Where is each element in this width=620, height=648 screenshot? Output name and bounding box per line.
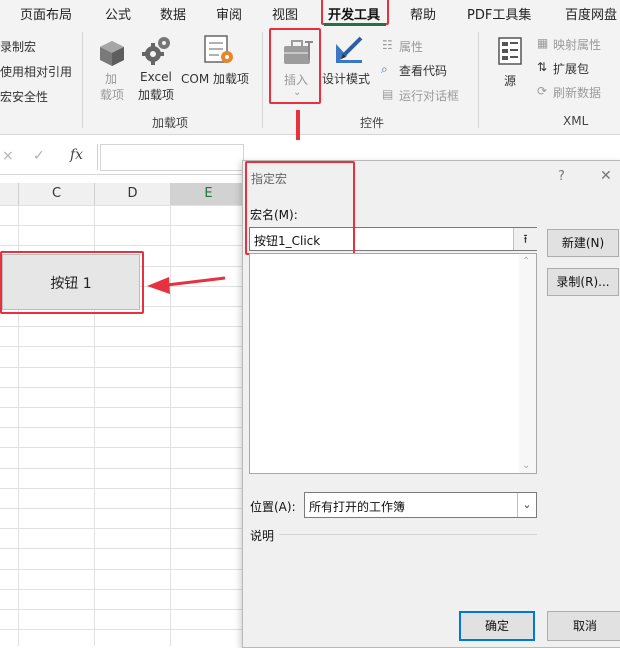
run-dialog-button[interactable]: 运行对话框 [399,87,459,104]
row-gridline [0,447,245,448]
expansion-packs-button[interactable]: 扩展包 [553,60,589,77]
macro-list-scrollbar[interactable]: ⌃ ⌄ [519,254,536,473]
close-icon[interactable]: ✕ [600,168,612,184]
view-code-button[interactable]: 查看代码 [399,62,447,79]
ribbon-tab-bar: 页面布局 公式 数据 审阅 视图 开发工具 帮助 PDF工具集 百度网盘 [0,0,620,26]
dialog-title-highlight [245,161,355,255]
row-gridline [0,528,245,529]
map-properties-button[interactable]: 映射属性 [553,36,601,53]
row-gridline [0,205,245,206]
row-gridline [0,346,245,347]
tab-view[interactable]: 视图 [272,4,298,23]
group-separator [478,32,479,128]
cancel-entry-icon[interactable]: × [2,148,14,164]
com-addins-icon [204,35,233,63]
description-divider [279,534,537,535]
row-gridline [0,629,245,630]
cancel-button[interactable]: 取消 [547,611,620,641]
help-icon[interactable]: ? [558,169,565,184]
view-code-icon: ⌕ [381,62,388,76]
refresh-data-icon: ⟳ [537,84,548,98]
column-header-d[interactable]: D [95,183,171,205]
row-gridline [0,589,245,590]
properties-button[interactable]: 属性 [399,38,423,55]
location-label: 位置(A): [250,500,296,514]
row-gridline [0,245,245,246]
row-gridline [0,569,245,570]
developer-tab-highlight [321,0,389,25]
gears-icon [142,37,170,65]
row-gridline [0,427,245,428]
row-gridline [0,326,245,327]
row-gridline [0,508,245,509]
map-properties-icon: ▦ [537,36,549,50]
row-gridline [0,225,245,226]
tab-data[interactable]: 数据 [160,4,186,23]
relative-reference-button[interactable]: 使用相对引用 [0,63,72,80]
addins-label-2: 载项 [100,88,125,102]
row-gridline [0,468,245,469]
run-dialog-icon: ▤ [382,87,394,101]
chevron-down-icon[interactable]: ⌄ [517,493,536,517]
column-header-row: C D E [0,183,260,206]
formula-divider [97,144,98,170]
scroll-up-icon[interactable]: ⌃ [522,256,530,267]
ok-button[interactable]: 确定 [459,611,535,641]
excel-addins-label-2: 加载项 [138,88,175,102]
formula-input[interactable] [100,144,244,171]
record-macro-button[interactable]: 录制宏 [0,38,36,55]
xml-source-icon [498,37,522,65]
tab-pdf-tools[interactable]: PDF工具集 [467,4,531,23]
scroll-down-icon[interactable]: ⌄ [522,460,530,471]
row-gridline [0,609,245,610]
tab-review[interactable]: 审阅 [216,4,242,23]
collapse-dialog-icon[interactable]: ⭱ [513,228,537,250]
tab-page-layout[interactable]: 页面布局 [20,4,72,23]
new-macro-button[interactable]: 新建(N) [547,229,619,257]
record-macro-dialog-button[interactable]: 录制(R)... [547,268,619,296]
cube-icon [100,41,124,66]
row-gridline [0,367,245,368]
row-gridline [0,407,245,408]
arrow-left-annotation [147,276,226,294]
excel-addins-button[interactable]: Excel [140,70,172,84]
insert-function-icon[interactable]: fx [70,147,83,163]
expansion-packs-icon: ⇅ [537,60,548,74]
tab-help[interactable]: 帮助 [410,4,436,23]
assign-macro-dialog: 指定宏 ? ✕ 宏名(M): 按钮1_Click ⭱ ⌃ ⌄ 新建(N) 录制(… [242,160,620,648]
ribbon: 录制宏 使用相对引用 宏安全性 加 载项 Excel 加载项 COM 加载项 加… [0,26,620,135]
addins-group-label: 加载项 [152,116,189,130]
macro-security-button[interactable]: 宏安全性 [0,88,48,105]
xml-source-button[interactable]: 源 [504,72,516,89]
column-header-c[interactable]: C [19,183,95,205]
location-value: 所有打开的工作簿 [309,500,406,514]
group-separator [262,32,263,128]
com-addins-button[interactable]: COM 加载项 [181,70,249,87]
design-mode-icon [336,36,363,63]
enter-entry-icon[interactable]: ✓ [33,148,45,164]
row-gridline [0,548,245,549]
insert-highlight [269,28,321,104]
row-gridline [0,387,245,388]
form-button-highlight [0,251,144,314]
tab-formulas[interactable]: 公式 [105,4,131,23]
xml-group-label: XML [563,114,589,128]
refresh-data-button[interactable]: 刷新数据 [553,84,601,101]
location-select[interactable]: 所有打开的工作簿 ⌄ [304,492,537,518]
tab-baidu-netdisk[interactable]: 百度网盘 [565,4,617,23]
row-gridline [0,488,245,489]
properties-icon: ☷ [382,38,393,52]
addins-label-1: 加 [105,72,118,86]
column-header-e[interactable]: E [171,183,247,205]
description-label: 说明 [250,529,275,543]
design-mode-button[interactable]: 设计模式 [322,70,370,87]
group-separator [82,32,83,128]
macro-list[interactable]: ⌃ ⌄ [249,253,537,474]
controls-group-label: 控件 [360,116,385,130]
column-header[interactable] [0,183,19,205]
